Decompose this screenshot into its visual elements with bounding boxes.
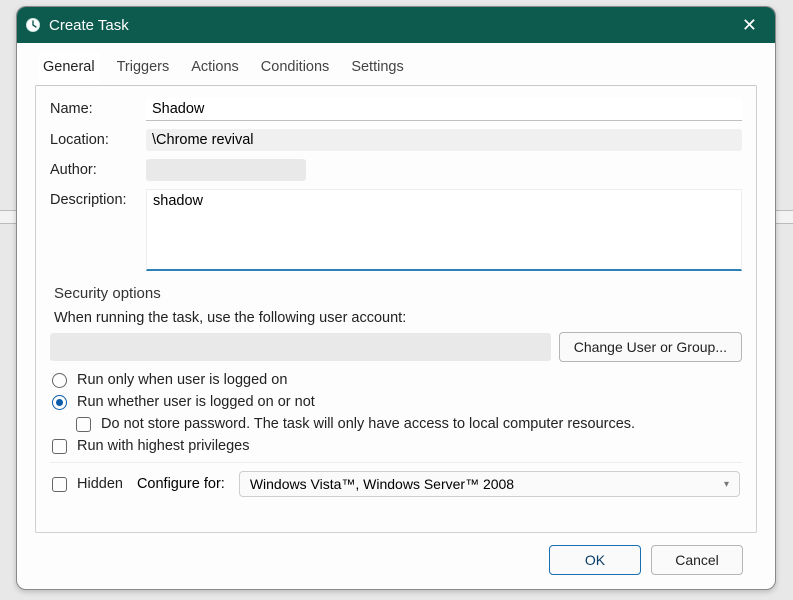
- clock-icon: [25, 17, 41, 33]
- radio-run-logged-on[interactable]: Run only when user is logged on: [52, 372, 740, 388]
- create-task-dialog: Create Task ✕ General Triggers Actions C…: [16, 6, 776, 590]
- tab-conditions[interactable]: Conditions: [257, 53, 334, 86]
- select-value: Windows Vista™, Windows Server™ 2008: [250, 476, 514, 492]
- run-as-label: When running the task, use the following…: [54, 310, 742, 326]
- radio-label: Run whether user is logged on or not: [77, 394, 315, 410]
- chevron-down-icon: ▾: [724, 479, 729, 490]
- radio-icon: [52, 373, 67, 388]
- titlebar: Create Task ✕: [17, 7, 775, 43]
- checkbox-icon: [76, 417, 91, 432]
- location-label: Location:: [50, 129, 146, 148]
- close-icon[interactable]: ✕: [732, 10, 767, 40]
- configure-for-select[interactable]: Windows Vista™, Windows Server™ 2008 ▾: [239, 471, 740, 497]
- author-value: [146, 159, 306, 181]
- radio-run-logged-on-or-not[interactable]: Run whether user is logged on or not: [52, 394, 740, 410]
- window-title: Create Task: [49, 17, 129, 34]
- ok-button[interactable]: OK: [549, 545, 641, 575]
- checkbox-label: Hidden: [77, 476, 123, 492]
- description-label: Description:: [50, 189, 146, 208]
- tab-triggers[interactable]: Triggers: [113, 53, 174, 86]
- tab-actions[interactable]: Actions: [187, 53, 243, 86]
- checkbox-hidden[interactable]: Hidden: [52, 476, 123, 492]
- configure-for-label: Configure for:: [137, 476, 225, 492]
- name-label: Name:: [50, 98, 146, 117]
- checkbox-no-store-password[interactable]: Do not store password. The task will onl…: [76, 416, 740, 432]
- user-account-field: [50, 333, 551, 361]
- security-options-heading: Security options: [54, 285, 742, 302]
- radio-label: Run only when user is logged on: [77, 372, 287, 388]
- location-value: \Chrome revival: [146, 129, 742, 151]
- checkbox-label: Run with highest privileges: [77, 438, 249, 454]
- checkbox-highest-privileges[interactable]: Run with highest privileges: [52, 438, 740, 454]
- tab-general[interactable]: General: [39, 53, 99, 86]
- general-pane: Name: Location: \Chrome revival Author: …: [35, 85, 757, 533]
- author-label: Author:: [50, 159, 146, 178]
- description-input[interactable]: [146, 189, 742, 271]
- change-user-button[interactable]: Change User or Group...: [559, 332, 742, 362]
- checkbox-icon: [52, 439, 67, 454]
- radio-icon: [52, 395, 67, 410]
- name-input[interactable]: [146, 98, 742, 121]
- cancel-button[interactable]: Cancel: [651, 545, 743, 575]
- tab-settings[interactable]: Settings: [347, 53, 407, 86]
- tabstrip: General Triggers Actions Conditions Sett…: [35, 43, 757, 86]
- dialog-footer: OK Cancel: [35, 533, 757, 589]
- checkbox-icon: [52, 477, 67, 492]
- checkbox-label: Do not store password. The task will onl…: [101, 416, 635, 432]
